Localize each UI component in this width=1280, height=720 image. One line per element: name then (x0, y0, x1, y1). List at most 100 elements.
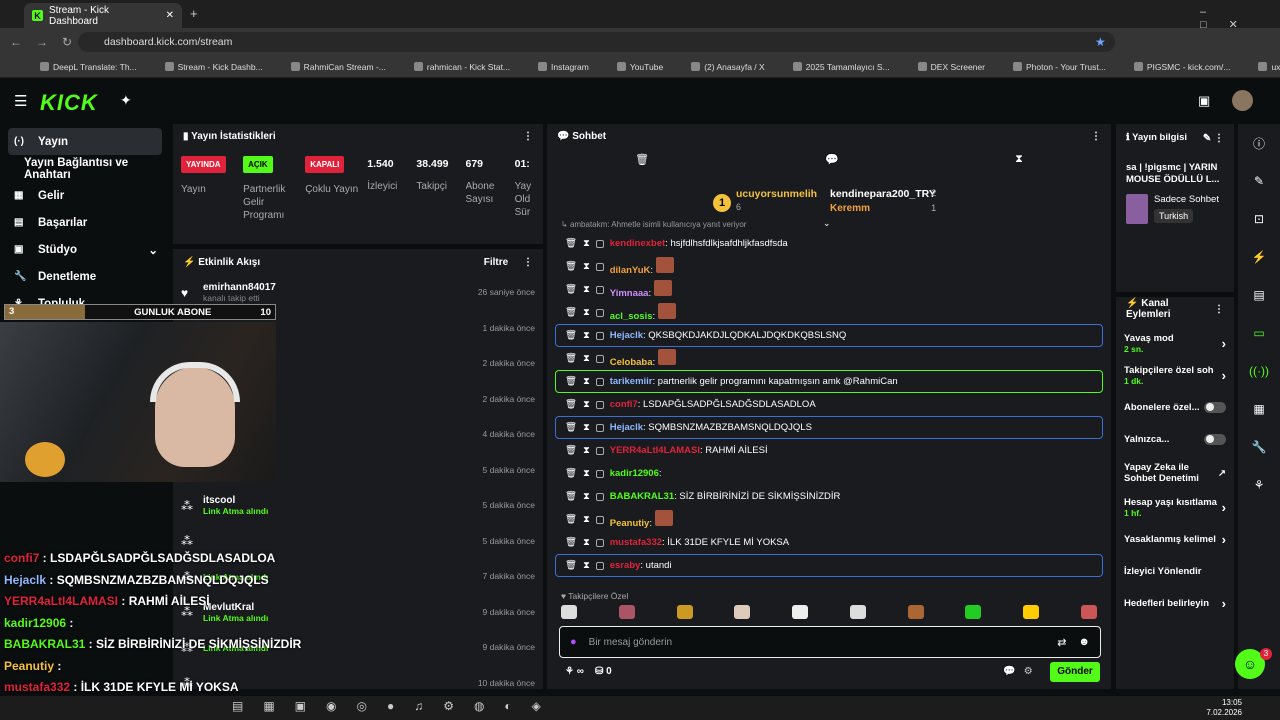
channel-actions-menu-icon[interactable]: ⋮ (1214, 304, 1224, 315)
sidebar-item-1[interactable]: Yayın Bağlantısı ve Anahtarı (0, 155, 170, 182)
capture-icon[interactable]: ⊡ (1248, 208, 1270, 230)
new-tab-icon[interactable]: + (190, 6, 198, 21)
chevron-right-icon[interactable]: › (1222, 532, 1226, 547)
timeout-icon[interactable]: ⧗ (583, 468, 590, 479)
delete-msg-icon[interactable]: 🗑 (565, 514, 577, 525)
sidebar-item-2[interactable]: ▦ Gelir (0, 182, 170, 209)
timeout-icon[interactable]: ⧗ (583, 376, 590, 387)
channel-action-item[interactable]: Hesap yaşı kısıtlama 1 hf. › (1116, 491, 1234, 523)
info-icon[interactable]: ⓘ (1248, 132, 1270, 154)
chat-settings-icons[interactable]: 💬 ⚙ (1003, 666, 1033, 677)
bookmark-item[interactable]: DeepL Translate: Th... (40, 62, 151, 72)
chat-input[interactable]: Bir mesaj gönderin (589, 637, 1046, 648)
emote-icon[interactable] (734, 605, 751, 619)
taskbar-clock[interactable]: 13:05 7.02.2026 (1206, 698, 1242, 718)
top-gifter-2-name[interactable]: kendinepara200_TRY (830, 188, 936, 200)
delete-msg-icon[interactable]: 🗑 (565, 422, 577, 433)
emote-icon[interactable] (1023, 605, 1040, 619)
chat-rail-icon[interactable]: ▭ (1248, 322, 1270, 344)
bookmark-item[interactable]: RahmiCan Stream -... (290, 62, 400, 72)
channel-action-item[interactable]: Yalnızca... (1116, 423, 1234, 455)
channel-points[interactable]: ⚘ ∞ ⛁ 0 (565, 666, 612, 677)
bookmark-item[interactable]: DEX Screener (917, 62, 999, 72)
timeout-icon[interactable]: ⧗ (583, 399, 590, 410)
emote-icon[interactable] (792, 605, 809, 619)
expand-gifters-icon[interactable]: ⌄ (823, 218, 831, 229)
delete-msg-icon[interactable]: 🗑 (565, 307, 577, 318)
community-rail-icon[interactable]: ⚘ (1248, 474, 1270, 496)
bookmark-star-icon[interactable]: ★ (1095, 35, 1106, 49)
activity-menu-icon[interactable]: ⋮ (523, 257, 533, 268)
delete-msg-icon[interactable]: 🗑 (565, 238, 577, 249)
sidebar-item-0[interactable]: (·) Yayın (8, 128, 162, 155)
timeout-icon[interactable]: ⧗ (583, 307, 590, 318)
chat-message[interactable]: 🗑 ⧗ confi7: LSDAPĞLSADPĞLSADĞSDLASADLOA (547, 393, 1111, 416)
emote-icon[interactable] (618, 605, 635, 619)
chat-input-box[interactable]: ● Bir mesaj gönderin ⇄ ☻ (559, 626, 1101, 658)
kick-logo[interactable]: KICK (40, 90, 98, 116)
wallet-icon[interactable]: ▣ (1198, 93, 1210, 109)
timeout-icon[interactable]: ⧗ (583, 261, 590, 272)
chevron-right-icon[interactable]: › (1222, 368, 1226, 383)
chat-message[interactable]: 🗑 ⧗ Hejaclk: SQMBSNZMAZBZBAMSNQLDQJQLS (555, 416, 1103, 439)
chat-message[interactable]: 🗑 ⧗ mustafa332: İLK 31DE KFYLE Mİ YOKSA (547, 531, 1111, 554)
delete-msg-icon[interactable]: 🗑 (565, 261, 577, 272)
bookmark-item[interactable]: uxento (1258, 62, 1280, 72)
sidebar-item-5[interactable]: 🔧 Denetleme (0, 263, 170, 290)
stack-icon[interactable]: ▦ (1248, 398, 1270, 420)
bolt-icon[interactable]: ⚡ (1248, 246, 1270, 268)
chat-message[interactable]: 🗑 ⧗ kendinexbet: hsjfdlhsfdlkjsafdhljkfasd… (547, 232, 1111, 255)
emote-icon[interactable] (676, 605, 693, 619)
bookmark-item[interactable]: YouTube (616, 62, 677, 72)
chat-message[interactable]: 🗑 ⧗ Hejaclk: QKSBQKDJAKDJLQDKALJDQKDKQBSLS… (555, 324, 1103, 347)
timeout-icon[interactable]: ⧗ (583, 514, 590, 525)
url-field[interactable]: dashboard.kick.com/stream (78, 32, 1115, 52)
activity-item[interactable]: ⁂ itscool Link Atma alındı 5 dakika önce (173, 488, 543, 524)
send-button[interactable]: Gönder (1050, 662, 1100, 682)
page-icon[interactable]: ▤ (1248, 284, 1270, 306)
edit-info-icon[interactable]: ✎ ⋮ (1203, 133, 1224, 144)
chat-message[interactable]: 🗑 ⧗ dilanYuK: (547, 255, 1111, 278)
emote-icon[interactable] (1080, 605, 1097, 619)
timeout-icon[interactable]: ⧗ (583, 353, 590, 364)
chat-bubble-icon[interactable]: 💬 (825, 153, 839, 166)
emote-icon[interactable] (849, 605, 866, 619)
nav-buttons[interactable]: ←→↻ (10, 35, 86, 49)
pin-icon[interactable]: ✦ (120, 92, 132, 109)
mic-icon[interactable]: ● (570, 636, 577, 648)
chat-message[interactable]: 🗑 ⧗ kadir12906: (547, 462, 1111, 485)
channel-action-item[interactable]: Takipçilere özel soh 1 dk. › (1116, 359, 1234, 391)
close-tab-icon[interactable]: ✕ (166, 10, 174, 21)
delete-msg-icon[interactable]: 🗑 (565, 376, 577, 387)
bookmark-item[interactable]: (2) Anasayfa / X (691, 62, 778, 72)
bookmark-item[interactable]: PIGSMC - kick.com/... (1133, 62, 1245, 72)
channel-action-item[interactable]: Abonelere özel... (1116, 391, 1234, 423)
channel-action-item[interactable]: Hedefleri belirleyin › (1116, 587, 1234, 619)
delete-msg-icon[interactable]: 🗑 (565, 399, 577, 410)
channel-action-item[interactable]: İzleyici Yönlendir (1116, 555, 1234, 587)
sidebar-item-3[interactable]: ▤ Başarılar (0, 209, 170, 236)
trash-icon[interactable]: 🗑 (635, 153, 649, 166)
channel-action-item[interactable]: Yasaklanmış kelimel › (1116, 523, 1234, 555)
chevron-right-icon[interactable]: › (1222, 596, 1226, 611)
chat-message[interactable]: 🗑 ⧗ tarikemiir: partnerlik gelir programın… (555, 370, 1103, 393)
toggle-switch[interactable] (1204, 401, 1226, 413)
chat-menu-icon[interactable]: ⋮ (1091, 131, 1101, 142)
top-gifter-3-name[interactable]: Keremm (830, 203, 870, 214)
wrench-icon[interactable]: 🔧 (1248, 436, 1270, 458)
edit-icon[interactable]: ✎ (1248, 170, 1270, 192)
toggle-switch[interactable] (1204, 433, 1226, 445)
delete-msg-icon[interactable]: 🗑 (565, 560, 577, 571)
external-link-icon[interactable]: ↗ (1218, 468, 1226, 479)
bookmark-item[interactable]: Instagram (538, 62, 603, 72)
chat-message[interactable]: 🗑 ⧗ Yimnaaa: (547, 278, 1111, 301)
emote-icon[interactable] (561, 605, 577, 619)
chat-message[interactable]: 🗑 ⧗ acl_sosis: (547, 301, 1111, 324)
chevron-right-icon[interactable]: › (1222, 336, 1226, 351)
timeout-icon[interactable]: ⧗ (583, 238, 590, 249)
timeout-icon[interactable]: ⧗ (583, 284, 590, 295)
filter-button[interactable]: Filtre (484, 257, 508, 268)
emoji-icon[interactable]: ☻ (1078, 636, 1090, 648)
top-gifter-1-name[interactable]: ucuyorsunmelih (736, 188, 817, 200)
emote-icon[interactable] (965, 605, 982, 619)
